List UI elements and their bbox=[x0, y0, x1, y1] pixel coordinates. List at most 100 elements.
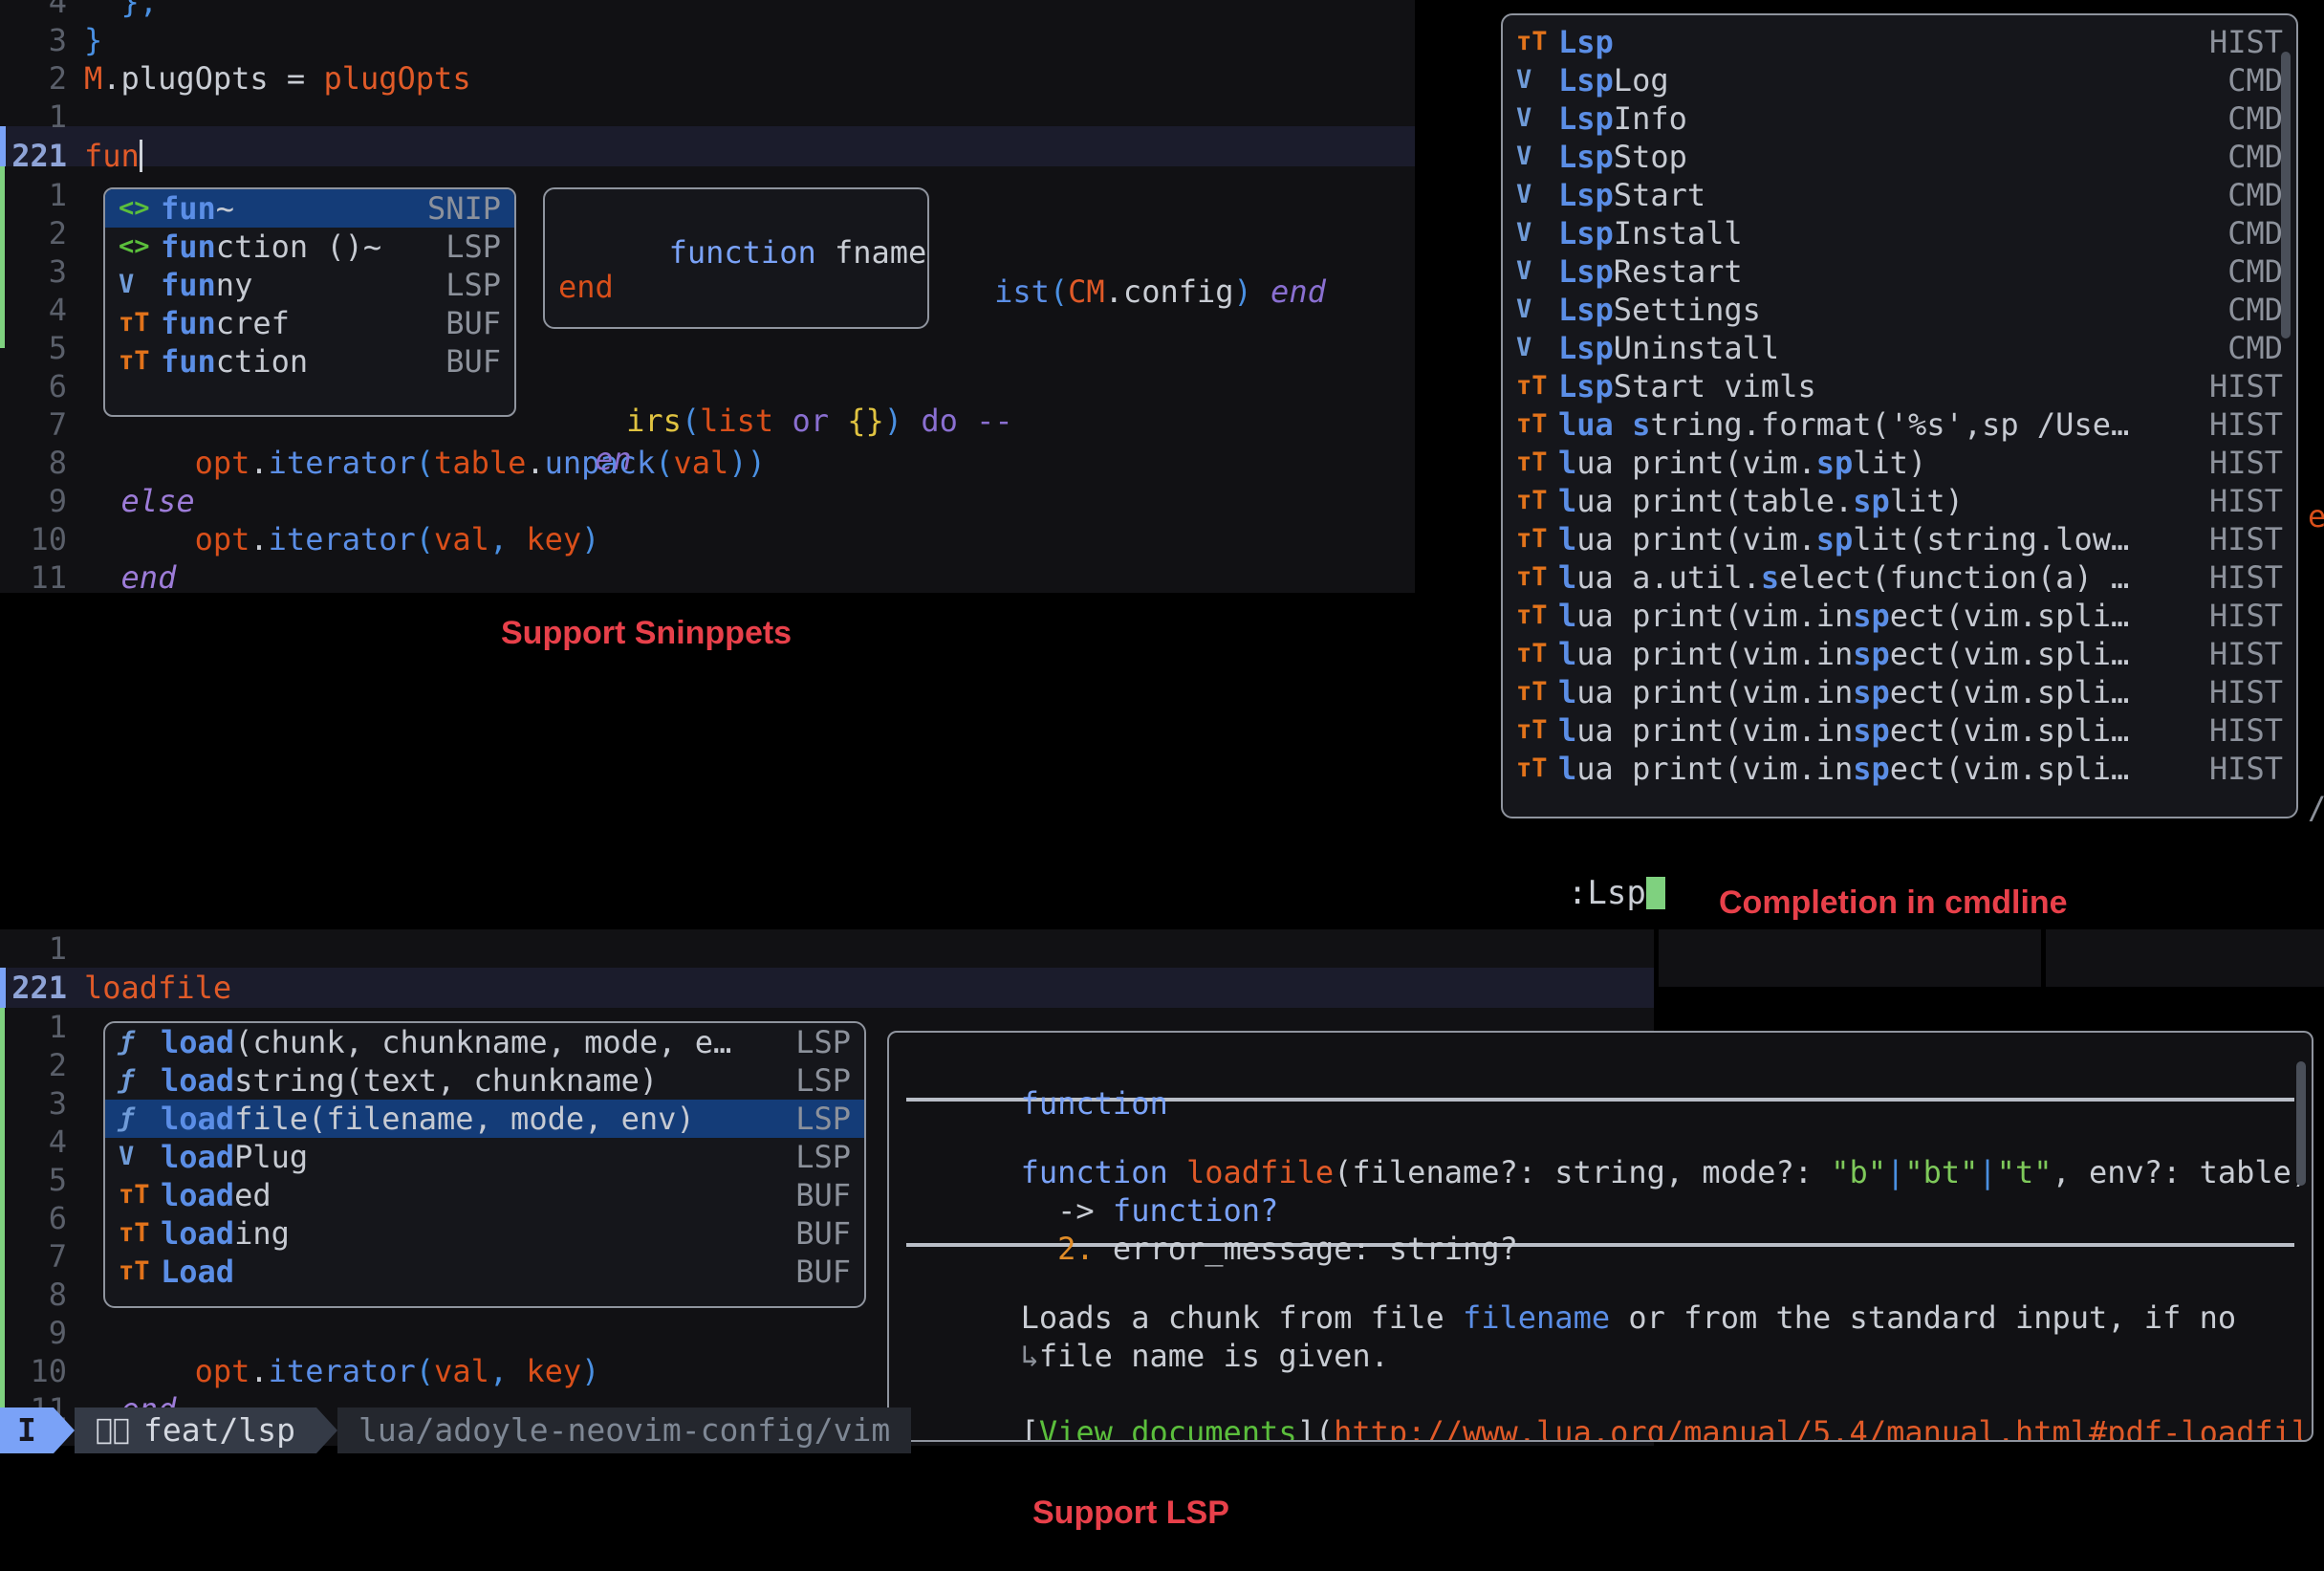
statusline-branch-label: feat/lsp bbox=[143, 1407, 295, 1453]
variable-kind-icon: V bbox=[1516, 214, 1558, 252]
lsp-completion-item[interactable]: VloadPlugLSP bbox=[105, 1138, 864, 1176]
lsp-completion-item[interactable]: ƒloadfile(filename, mode, env)LSP bbox=[105, 1100, 864, 1138]
text-kind-icon: тT bbox=[1516, 750, 1558, 788]
cmdline-completion-popup[interactable]: тTLspHISTVLspLogCMDVLspInfoCMDVLspStopCM… bbox=[1501, 13, 2298, 818]
doc-signature-str-t: "t" bbox=[1997, 1154, 2053, 1190]
cmdline-completion-item[interactable]: VLspRestartCMD bbox=[1503, 252, 2296, 291]
cmdline-completion-item-kind: CMD bbox=[2227, 329, 2283, 367]
cmdline-completion-item-kind: HIST bbox=[2209, 558, 2283, 597]
cmdline-completion-item-label: lua a.util.select(function(a) … bbox=[1558, 558, 2184, 597]
variable-kind-icon: V bbox=[1516, 291, 1558, 329]
cmdline-completion-item[interactable]: тTlua print(vim.split(string.low…HIST bbox=[1503, 520, 2296, 558]
cmdline-completion-item[interactable]: тTlua print(table.split)HIST bbox=[1503, 482, 2296, 520]
cmdline-popup-scrollbar-thumb[interactable] bbox=[2281, 52, 2291, 338]
cmdline-completion-item-label: LspRestart bbox=[1558, 252, 2203, 291]
cmdline-completion-item[interactable]: тTlua print(vim.inspect(vim.spli…HIST bbox=[1503, 711, 2296, 750]
lsp-completion-item-kind: BUF bbox=[795, 1214, 851, 1253]
lsp-completion-item[interactable]: ƒload(chunk, chunkname, mode, e… LSP bbox=[105, 1023, 864, 1061]
doc-signature-args-b: , env?: table) bbox=[2052, 1154, 2310, 1190]
snippet-completion-popup[interactable]: <>fun~SNIP<>function ()~LSPVfunnyLSPтTfu… bbox=[103, 187, 516, 417]
snippet-preview-end: end bbox=[545, 268, 927, 306]
doc-signature-pipe1: | bbox=[1886, 1154, 1904, 1190]
cmdline-completion-item[interactable]: VLspUninstallCMD bbox=[1503, 329, 2296, 367]
cmdline-completion-item-kind: CMD bbox=[2227, 61, 2283, 99]
cmdline-completion-item-label: LspStart vimls bbox=[1558, 367, 2184, 405]
variable-kind-icon: V bbox=[1516, 252, 1558, 291]
snippet-completion-item[interactable]: <>function ()~LSP bbox=[105, 228, 514, 266]
lsp-completion-item-label: loading bbox=[161, 1214, 771, 1253]
lsp-completion-popup[interactable]: ƒload(chunk, chunkname, mode, e…LSPƒload… bbox=[103, 1021, 866, 1308]
function-kind-icon: ƒ bbox=[119, 1023, 161, 1061]
cmdline-completion-item-label: lua print(vim.split) bbox=[1558, 444, 2184, 482]
cmdline-completion-item[interactable]: VLspStopCMD bbox=[1503, 138, 2296, 176]
lsp-completion-item-kind: LSP bbox=[795, 1023, 851, 1061]
doc-window-scrollbar-thumb[interactable] bbox=[2296, 1061, 2306, 1186]
cmdline-completion-item-kind: HIST bbox=[2209, 635, 2283, 673]
text-kind-icon: тT bbox=[119, 1253, 161, 1291]
cmdline-completion-item[interactable]: тTlua a.util.select(function(a) …HIST bbox=[1503, 558, 2296, 597]
cmdline-completion-item[interactable]: VLspLogCMD bbox=[1503, 61, 2296, 99]
snippet-completion-item[interactable]: тTfuncrefBUF bbox=[105, 304, 514, 342]
doc-desc-a: Loads a chunk from file bbox=[1021, 1299, 1463, 1336]
cmdline-completion-item[interactable]: тTlua string.format('%s',sp /Use…HIST bbox=[1503, 405, 2296, 444]
function-kind-icon: ƒ bbox=[119, 1061, 161, 1100]
lsp-completion-item[interactable]: тTloadingBUF bbox=[105, 1214, 864, 1253]
statusline-arrow-2 bbox=[316, 1407, 337, 1453]
cmdline-completion-item-label: lua string.format('%s',sp /Use… bbox=[1558, 405, 2184, 444]
cmdline-completion-item-kind: HIST bbox=[2209, 673, 2283, 711]
cmdline-completion-item-label: LspStart bbox=[1558, 176, 2203, 214]
cmdline-completion-item[interactable]: тTlua print(vim.split)HIST bbox=[1503, 444, 2296, 482]
doc-desc-b: or from the standard input, if no bbox=[1610, 1299, 2236, 1336]
cmdline-completion-item-label: lua print(table.split) bbox=[1558, 482, 2184, 520]
top-code-fragment-config: ist(CM.config) end bbox=[921, 234, 1326, 349]
statusline-branch[interactable]: ⚭ feat/lsp bbox=[75, 1407, 316, 1453]
lsp-completion-item-label: load(chunk, chunkname, mode, e… bbox=[161, 1023, 771, 1061]
cmdline-completion-item[interactable]: тTLspHIST bbox=[1503, 23, 2296, 61]
doc-signature-str-b: "b" bbox=[1831, 1154, 1886, 1190]
text-kind-icon: тT bbox=[119, 304, 161, 342]
cmdline-completion-item[interactable]: тTlua print(vim.inspect(vim.spli…HIST bbox=[1503, 597, 2296, 635]
cmdline-completion-item-label: LspUninstall bbox=[1558, 329, 2203, 367]
lsp-completion-item-label: loaded bbox=[161, 1176, 771, 1214]
cmdline-completion-item[interactable]: VLspStartCMD bbox=[1503, 176, 2296, 214]
cmdline-completion-item[interactable]: VLspInstallCMD bbox=[1503, 214, 2296, 252]
cmdline-completion-item[interactable]: тTlua print(vim.inspect(vim.spli…HIST bbox=[1503, 673, 2296, 711]
doc-link-mid: ]( bbox=[1297, 1414, 1335, 1442]
snippet-preview-window: function fname(...) end bbox=[543, 187, 929, 329]
doc-link-text[interactable]: View documents bbox=[1039, 1414, 1297, 1442]
lsp-completion-item-label: Load bbox=[161, 1253, 771, 1291]
cmdline-completion-item[interactable]: VLspInfoCMD bbox=[1503, 99, 2296, 138]
doc-link-url[interactable]: http://www.lua.org/manual/5.4/manual.htm… bbox=[1334, 1414, 2313, 1442]
text-kind-icon: тT bbox=[1516, 482, 1558, 520]
snippet-completion-item-kind: BUF bbox=[445, 304, 501, 342]
top-code-fragment-en: en bbox=[521, 402, 632, 516]
snippet-completion-item-label: function bbox=[161, 342, 421, 381]
snippet-completion-list[interactable]: <>fun~SNIP<>function ()~LSPVfunnyLSPтTfu… bbox=[105, 189, 514, 381]
snippet-completion-item[interactable]: тTfunctionBUF bbox=[105, 342, 514, 381]
cmdline-completion-item[interactable]: тTlua print(vim.inspect(vim.spli…HIST bbox=[1503, 750, 2296, 788]
doc-desc-c: file name is given. bbox=[1039, 1338, 1389, 1374]
lsp-completion-item[interactable]: тTloadedBUF bbox=[105, 1176, 864, 1214]
lsp-completion-item[interactable]: ƒloadstring(text, chunkname)LSP bbox=[105, 1061, 864, 1100]
statusline-file-path: lua/adoyle-neovim-config/vim bbox=[337, 1407, 911, 1453]
cmdline-completion-item-label: LspInstall bbox=[1558, 214, 2203, 252]
snippet-completion-item[interactable]: VfunnyLSP bbox=[105, 266, 514, 304]
cmdline-completion-list[interactable]: тTLspHISTVLspLogCMDVLspInfoCMDVLspStopCM… bbox=[1503, 23, 2296, 788]
variable-kind-icon: V bbox=[1516, 138, 1558, 176]
snippet-kind-icon: <> bbox=[119, 189, 161, 228]
text-kind-icon: тT bbox=[1516, 520, 1558, 558]
doc-desc-code: filename bbox=[1463, 1299, 1610, 1336]
cmdline-completion-item[interactable]: тTlua print(vim.inspect(vim.spli…HIST bbox=[1503, 635, 2296, 673]
bottom-editor-pane-right bbox=[1659, 929, 2041, 987]
lsp-completion-item[interactable]: тTLoadBUF bbox=[105, 1253, 864, 1291]
cmdline-completion-item-kind: CMD bbox=[2227, 176, 2283, 214]
snippet-completion-item[interactable]: <>fun~SNIP bbox=[105, 189, 514, 228]
lsp-completion-list[interactable]: ƒload(chunk, chunkname, mode, e…LSPƒload… bbox=[105, 1023, 864, 1291]
lsp-documentation-window[interactable]: function function loadfile(filename?: st… bbox=[887, 1031, 2313, 1442]
doc-link-line[interactable]: [View documents](http://www.lua.org/manu… bbox=[906, 1375, 2294, 1413]
cmdline-completion-item-kind: HIST bbox=[2209, 367, 2283, 405]
lsp-completion-item-label: loadPlug bbox=[161, 1138, 771, 1176]
lsp-completion-item-kind: LSP bbox=[795, 1138, 851, 1176]
cmdline-completion-item[interactable]: VLspSettingsCMD bbox=[1503, 291, 2296, 329]
cmdline-completion-item[interactable]: тTLspStart vimlsHIST bbox=[1503, 367, 2296, 405]
